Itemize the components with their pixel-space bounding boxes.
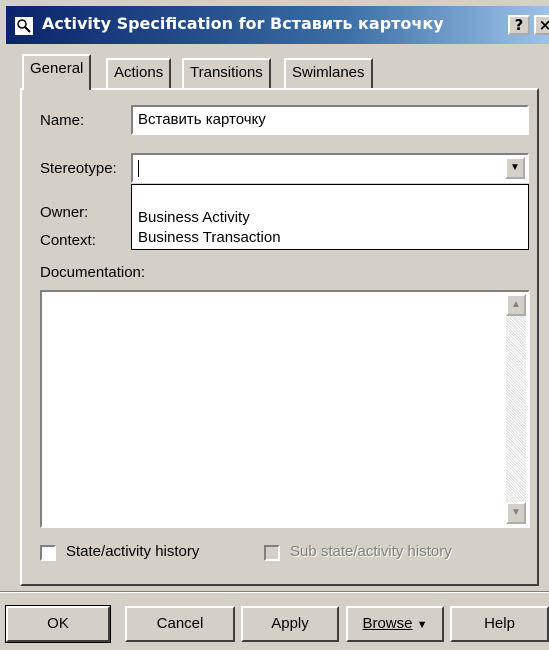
documentation-textarea[interactable]: ▲ ▼	[40, 290, 530, 528]
state-activity-history-checkbox[interactable]	[40, 545, 56, 561]
stereotype-dropdown-list: Business Activity Business Transaction	[131, 184, 529, 250]
sub-state-activity-history-checkbox	[264, 545, 280, 561]
stereotype-option-business-transaction[interactable]: Business Transaction	[138, 229, 281, 246]
text-caret	[138, 159, 139, 177]
close-title-button[interactable]: ×	[534, 15, 549, 35]
stereotype-option-business-activity[interactable]: Business Activity	[138, 209, 250, 226]
documentation-scrollbar[interactable]: ▲ ▼	[506, 294, 526, 524]
owner-label: Owner:	[40, 204, 89, 221]
stereotype-label: Stereotype:	[40, 160, 117, 177]
title-bar[interactable]: Activity Specification for Вставить карт…	[6, 6, 549, 44]
name-label: Name:	[40, 112, 85, 129]
documentation-label: Documentation:	[40, 264, 146, 281]
activity-specification-icon	[14, 16, 34, 36]
tab-actions[interactable]: Actions	[106, 58, 172, 88]
browse-button[interactable]: Browse ▼	[346, 606, 444, 642]
help-button[interactable]: Help	[450, 606, 549, 642]
stereotype-combobox[interactable]: ▼	[131, 153, 529, 183]
scroll-up-icon[interactable]: ▲	[506, 294, 526, 316]
context-label: Context:	[40, 232, 96, 249]
dropdown-arrow-icon[interactable]: ▼	[505, 157, 525, 179]
scroll-down-icon[interactable]: ▼	[506, 502, 526, 524]
tab-general[interactable]: General	[22, 54, 92, 90]
tab-swimlanes[interactable]: Swimlanes	[284, 58, 373, 88]
help-title-button[interactable]: ?	[508, 15, 530, 35]
state-activity-history-label: State/activity history	[66, 543, 200, 560]
window-title: Activity Specification for Вставить карт…	[42, 14, 444, 33]
ok-button[interactable]: OK	[5, 605, 111, 643]
activity-specification-dialog: Activity Specification for Вставить карт…	[0, 0, 549, 650]
browse-arrow-icon: ▼	[416, 619, 428, 631]
cancel-button[interactable]: Cancel	[125, 606, 235, 642]
name-input[interactable]: Вставить карточку	[131, 105, 529, 135]
browse-label: Browse	[362, 615, 413, 632]
apply-button[interactable]: Apply	[241, 606, 339, 642]
button-row-separator	[0, 591, 549, 593]
sub-state-activity-history-label: Sub state/activity history	[290, 543, 452, 560]
tab-transitions[interactable]: Transitions	[182, 58, 271, 88]
